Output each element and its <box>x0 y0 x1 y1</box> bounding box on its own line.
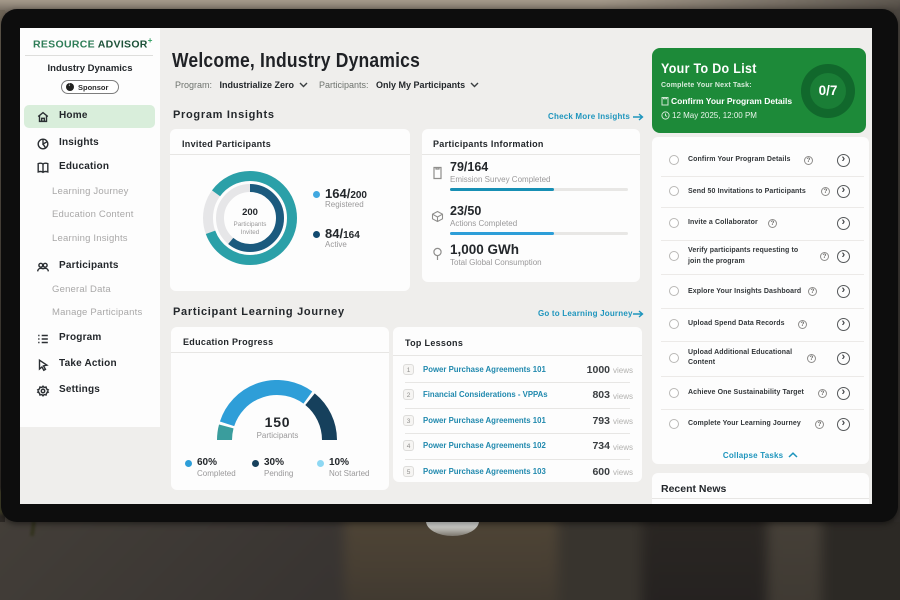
svg-text:Participants: Participants <box>234 221 267 228</box>
svg-text:Invited: Invited <box>241 229 260 236</box>
svg-text:200: 200 <box>242 207 258 218</box>
